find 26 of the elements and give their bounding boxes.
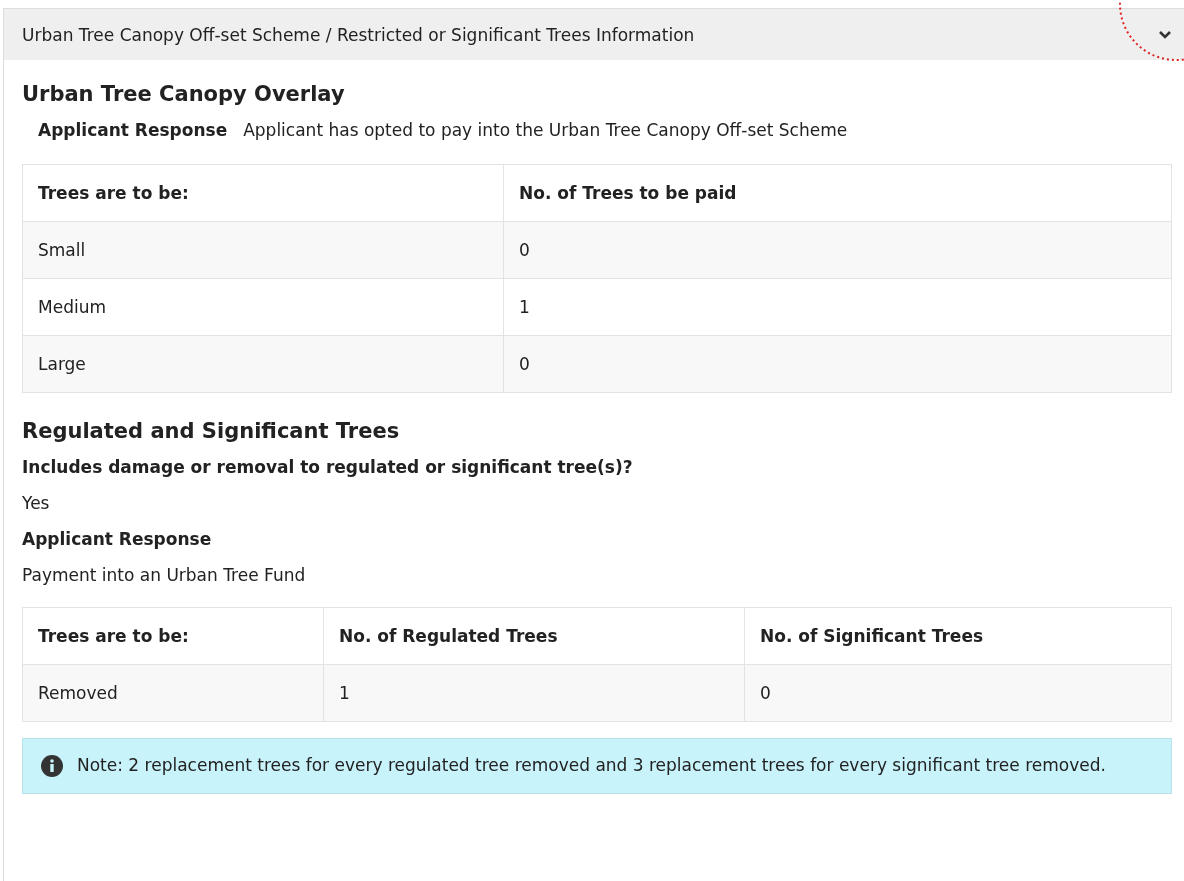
table-cell: 1 (323, 664, 745, 722)
column-header: No. of Regulated Trees (323, 607, 745, 665)
note-text: Note: 2 replacement trees for every regulated tree removed and 3 replacement trees for every significant tree removed. (77, 754, 1106, 777)
section-heading: Urban Tree Canopy Overlay (22, 82, 346, 106)
column-header: No. of Trees to be paid (503, 164, 1172, 222)
field-value: Applicant has opted to pay into the Urban Tree Canopy Off-set Scheme (243, 120, 848, 140)
column-header: Trees are to be: (22, 164, 504, 222)
answer-value: Yes (22, 493, 51, 513)
table-cell: Removed (22, 664, 324, 722)
chevron-icon (1158, 29, 1172, 40)
table-cell: 0 (744, 664, 1172, 722)
field-label: Applicant Response (38, 120, 228, 140)
field-label: Applicant Response (22, 529, 213, 549)
column-header: No. of Significant Trees (744, 607, 1172, 665)
question-label: Includes damage or removal to regulated or significant tree(s)? (22, 457, 634, 477)
column-header: Trees are to be: (22, 607, 324, 665)
table-cell: 1 (503, 278, 1172, 336)
info-icon (41, 754, 63, 777)
accordion-header[interactable]: Urban Tree Canopy Off-set Scheme / Restricted or Significant Trees Information (4, 9, 1184, 60)
field-value: Payment into an Urban Tree Fund (22, 565, 307, 585)
table-cell: Medium (22, 278, 504, 336)
table-cell: Large (22, 335, 504, 393)
section-heading: Regulated and Significant Trees (22, 419, 401, 443)
table-cell: 0 (503, 221, 1172, 279)
table-cell: Small (22, 221, 504, 279)
table-cell: 0 (503, 335, 1172, 393)
